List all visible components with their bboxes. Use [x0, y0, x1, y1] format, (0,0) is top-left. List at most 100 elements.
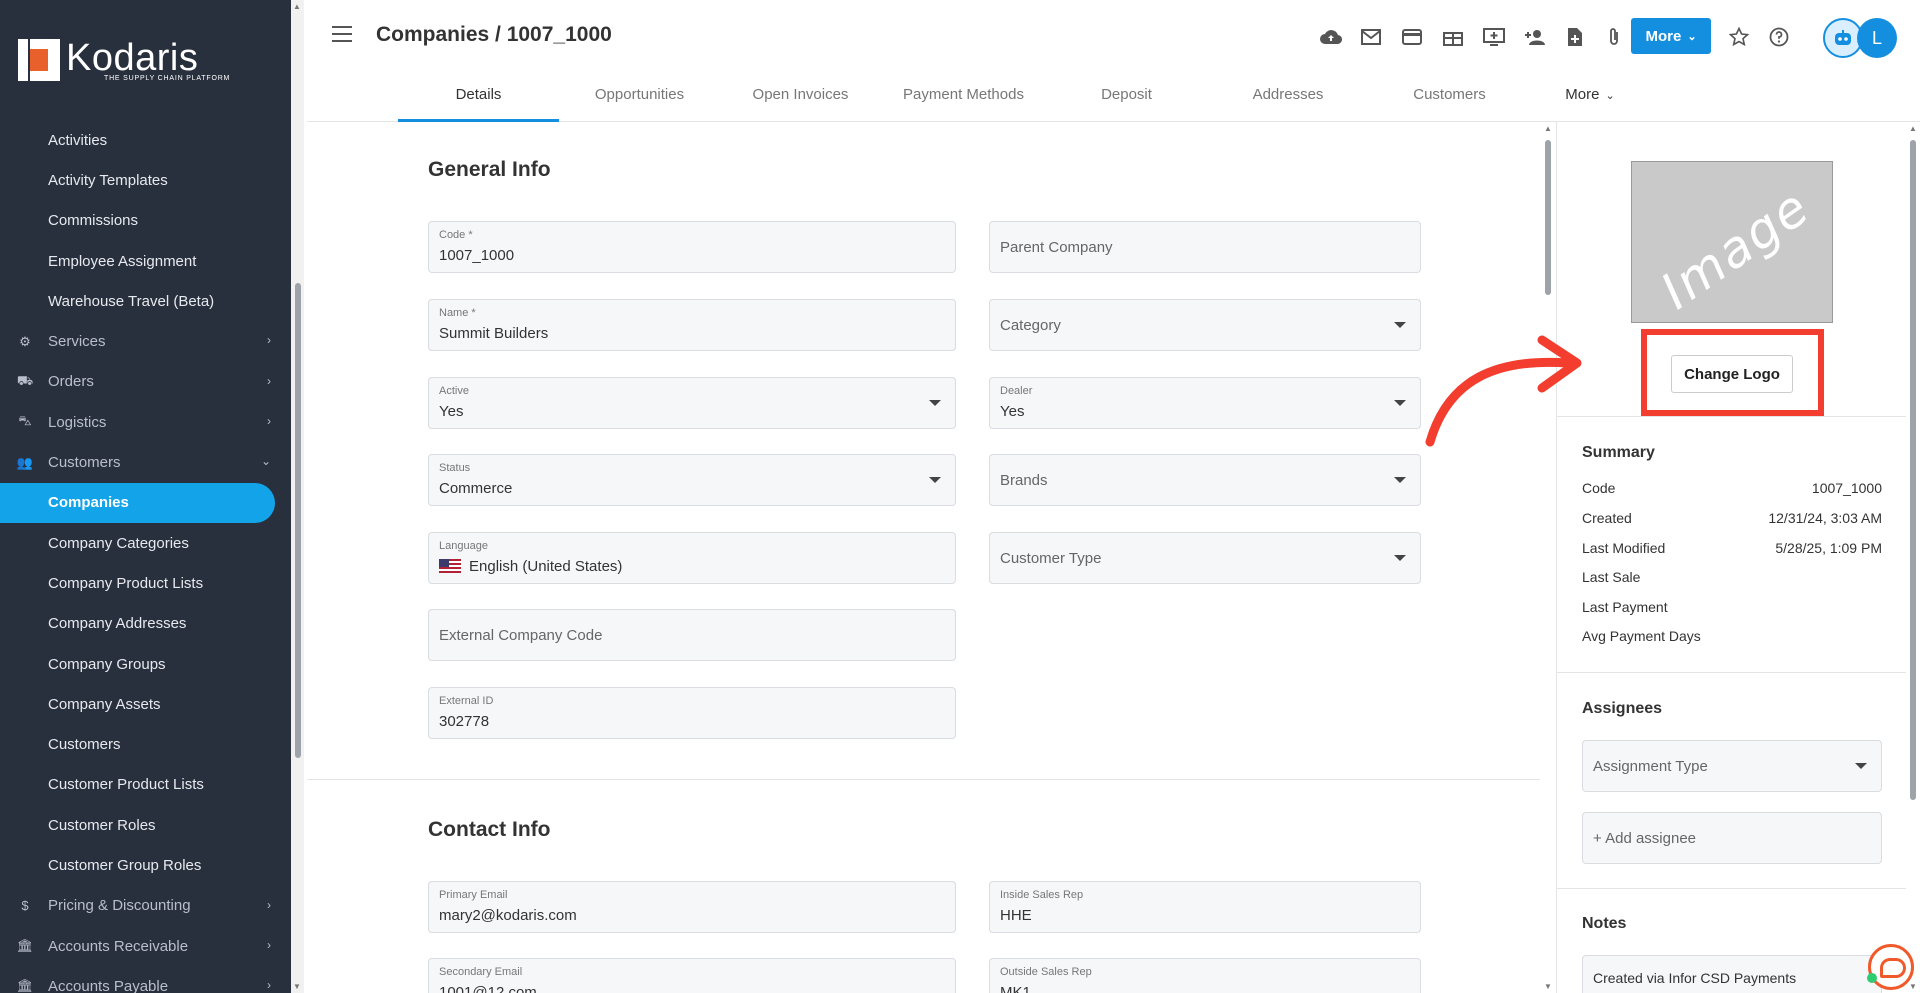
code-field[interactable]: Code * 1007_1000	[428, 221, 956, 273]
user-avatar[interactable]: L	[1857, 18, 1897, 58]
tab-customers[interactable]: Customers	[1369, 86, 1530, 122]
sidebar-item-services[interactable]: ⚙ Services ›	[0, 321, 291, 361]
external-id-field[interactable]: External ID 302778	[428, 687, 956, 739]
secondary-email-field[interactable]: Secondary Email 1001@12.com	[428, 958, 956, 993]
payment-card-icon[interactable]	[1399, 24, 1425, 50]
tab-opportunities[interactable]: Opportunities	[559, 86, 720, 122]
name-field[interactable]: Name * Summit Builders	[428, 299, 956, 351]
sidebar-item-accounts-receivable[interactable]: 🏛 Accounts Receivable ›	[0, 926, 291, 966]
dollar-icon: $	[21, 898, 29, 914]
sidebar-item-logistics[interactable]: ⛍ Logistics ›	[0, 402, 291, 442]
tab-open-invoices[interactable]: Open Invoices	[720, 86, 881, 122]
sidebar-item-company-categories[interactable]: Company Categories	[0, 523, 291, 563]
sidebar-scroll-thumb[interactable]	[295, 283, 301, 758]
sidebar-item-customers[interactable]: 👥 Customers ⌄	[0, 442, 291, 482]
summary-value: 1007_1000	[1811, 480, 1882, 496]
mail-icon[interactable]	[1358, 24, 1384, 50]
sidebar-item-label: Warehouse Travel (Beta)	[48, 292, 215, 310]
gift-icon[interactable]	[1440, 24, 1466, 50]
scroll-down-arrow-icon[interactable]: ▼	[293, 982, 301, 991]
scroll-up-arrow-icon[interactable]: ▲	[1544, 124, 1552, 133]
chevron-right-icon: ›	[267, 978, 271, 993]
add-person-icon[interactable]	[1522, 24, 1548, 50]
attachment-icon[interactable]	[1601, 24, 1627, 50]
help-icon[interactable]	[1766, 24, 1792, 50]
dropdown-arrow-icon[interactable]	[1394, 555, 1406, 561]
sidebar-item-customer-roles[interactable]: Customer Roles	[0, 805, 291, 845]
tab-more[interactable]: More ⌄	[1530, 86, 1650, 122]
external-company-code-field[interactable]: External Company Code	[428, 609, 956, 661]
field-placeholder: Brands	[1000, 472, 1048, 489]
brand-name: Kodaris	[66, 36, 199, 79]
sidebar-item-pricing-discounting[interactable]: $ Pricing & Discounting ›	[0, 886, 291, 926]
sidebar-item-activities[interactable]: Activities	[0, 120, 291, 160]
sidebar-item-customers[interactable]: Customers	[0, 724, 291, 764]
scroll-down-arrow-icon[interactable]: ▼	[1544, 982, 1552, 991]
brands-select[interactable]: Brands	[989, 454, 1421, 506]
active-select[interactable]: Active Yes	[428, 377, 956, 429]
category-select[interactable]: Category	[989, 299, 1421, 351]
scroll-down-arrow-icon[interactable]: ▼	[1909, 982, 1917, 991]
sidebar-item-company-groups[interactable]: Company Groups	[0, 644, 291, 684]
status-select[interactable]: Status Commerce	[428, 454, 956, 506]
sidebar-item-company-product-lists[interactable]: Company Product Lists	[0, 563, 291, 603]
field-value: HHE	[1000, 907, 1032, 924]
add-document-icon[interactable]	[1562, 24, 1588, 50]
more-button[interactable]: More ⌄	[1631, 18, 1711, 54]
sidebar-item-company-assets[interactable]: Company Assets	[0, 684, 291, 724]
panel-divider	[1557, 416, 1906, 417]
dealer-select[interactable]: Dealer Yes	[989, 377, 1421, 429]
summary-row: Created 12/31/24, 3:03 AM	[1582, 510, 1882, 526]
section-title-contact-info: Contact Info	[428, 818, 551, 841]
inside-sales-rep-field[interactable]: Inside Sales Rep HHE	[989, 881, 1421, 933]
dropdown-arrow-icon[interactable]	[929, 400, 941, 406]
tab-label: Addresses	[1252, 86, 1324, 103]
scroll-up-arrow-icon[interactable]: ▲	[293, 2, 301, 11]
sidebar-item-label: Customer Group Roles	[48, 856, 202, 874]
parent-company-field[interactable]: Parent Company	[989, 221, 1421, 273]
sidebar-item-customer-product-lists[interactable]: Customer Product Lists	[0, 765, 291, 805]
note-item[interactable]: Created via Infor CSD Payments	[1582, 955, 1882, 993]
primary-email-field[interactable]: Primary Email mary2@kodaris.com	[428, 881, 956, 933]
tab-addresses[interactable]: Addresses	[1207, 86, 1369, 122]
outside-sales-rep-field[interactable]: Outside Sales Rep MK1	[989, 958, 1421, 993]
brand-logo[interactable]: Kodaris THE SUPPLY CHAIN PLATFORM	[0, 0, 291, 120]
add-assignee-button[interactable]: + Add assignee	[1582, 812, 1882, 864]
dropdown-arrow-icon[interactable]	[1394, 322, 1406, 328]
tab-payment-methods[interactable]: Payment Methods	[881, 86, 1046, 122]
dropdown-arrow-icon[interactable]	[1394, 477, 1406, 483]
tab-label: Details	[455, 86, 502, 103]
right-panel-scrollbar[interactable]: ▲ ▼	[1906, 122, 1920, 993]
sidebar-item-commissions[interactable]: Commissions	[0, 201, 291, 241]
cloud-upload-icon[interactable]	[1318, 24, 1344, 50]
sidebar-item-companies[interactable]: Companies	[0, 482, 275, 523]
sidebar-item-warehouse-travel-beta[interactable]: Warehouse Travel (Beta)	[0, 281, 291, 321]
dropdown-arrow-icon[interactable]	[929, 477, 941, 483]
sidebar-item-company-addresses[interactable]: Company Addresses	[0, 604, 291, 644]
star-icon[interactable]	[1726, 24, 1752, 50]
sidebar-scrollbar[interactable]: ▲ ▼	[291, 0, 304, 993]
customer-type-select[interactable]: Customer Type	[989, 532, 1421, 584]
assignment-type-select[interactable]: Assignment Type	[1582, 740, 1882, 792]
main-scrollbar[interactable]: ▲ ▼	[1540, 122, 1556, 993]
dropdown-arrow-icon[interactable]	[1855, 763, 1867, 769]
add-screen-icon[interactable]	[1481, 24, 1507, 50]
chevron-right-icon: ›	[267, 937, 271, 952]
tab-deposit[interactable]: Deposit	[1046, 86, 1207, 122]
right-scroll-thumb[interactable]	[1910, 140, 1916, 800]
sidebar-item-activity-templates[interactable]: Activity Templates	[0, 160, 291, 200]
hamburger-menu-icon[interactable]	[332, 26, 352, 42]
main-scroll-thumb[interactable]	[1545, 140, 1551, 295]
scroll-up-arrow-icon[interactable]: ▲	[1909, 124, 1917, 133]
chat-support-icon[interactable]	[1867, 944, 1914, 990]
sidebar-item-customer-group-roles[interactable]: Customer Group Roles	[0, 845, 291, 885]
summary-label: Created	[1582, 510, 1632, 526]
sidebar-item-accounts-payable[interactable]: 🏛 Accounts Payable ›	[0, 966, 291, 993]
section-title-general-info: General Info	[428, 158, 551, 181]
tab-details[interactable]: Details	[398, 86, 559, 122]
language-select[interactable]: Language English (United States)	[428, 532, 956, 584]
sidebar-item-employee-assignment[interactable]: Employee Assignment	[0, 241, 291, 281]
sidebar-item-label: Pricing & Discounting	[48, 897, 191, 915]
dropdown-arrow-icon[interactable]	[1394, 400, 1406, 406]
sidebar-item-orders[interactable]: ⛟ Orders ›	[0, 362, 291, 402]
